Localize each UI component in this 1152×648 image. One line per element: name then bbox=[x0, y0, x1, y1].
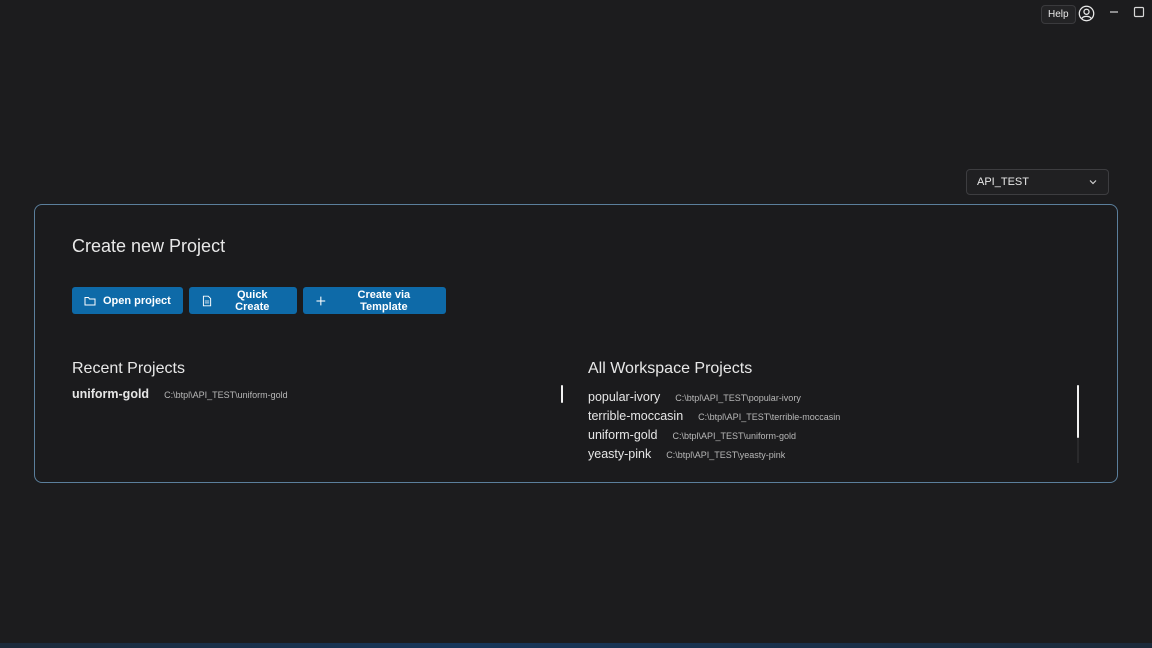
project-path: C:\btpl\API_TEST\terrible-moccasin bbox=[698, 412, 841, 422]
open-project-button[interactable]: Open project bbox=[72, 287, 183, 314]
create-via-template-label: Create via Template bbox=[357, 288, 411, 313]
workspace-select-value: API_TEST bbox=[977, 176, 1029, 188]
chevron-down-icon bbox=[1089, 180, 1097, 185]
project-name: uniform-gold bbox=[588, 428, 658, 442]
maximize-icon[interactable] bbox=[1133, 6, 1145, 18]
list-item[interactable]: uniform-gold C:\btpl\API_TEST\uniform-go… bbox=[72, 387, 552, 406]
create-via-template-button[interactable]: Create via Template bbox=[303, 287, 446, 314]
minimize-icon[interactable] bbox=[1108, 6, 1120, 18]
all-projects-list[interactable]: popular-ivory C:\btpl\API_TEST\popular-i… bbox=[588, 390, 1068, 466]
user-circle-icon[interactable] bbox=[1078, 5, 1095, 22]
recent-projects-list[interactable]: uniform-gold C:\btpl\API_TEST\uniform-go… bbox=[72, 387, 552, 406]
project-path: C:\btpl\API_TEST\uniform-gold bbox=[164, 390, 288, 400]
recent-scrollbar[interactable] bbox=[561, 385, 563, 403]
workspace-select[interactable]: API_TEST bbox=[966, 169, 1109, 195]
action-buttons: Open project Quick Create Create via Tem… bbox=[72, 287, 446, 314]
all-projects-scrollbar[interactable] bbox=[1077, 385, 1079, 438]
card-title: Create new Project bbox=[72, 236, 226, 256]
recent-projects-title: Recent Projects bbox=[72, 360, 185, 377]
project-name: yeasty-pink bbox=[588, 447, 652, 461]
list-item[interactable]: uniform-gold C:\btpl\API_TEST\uniform-go… bbox=[588, 428, 1068, 447]
open-project-label: Open project bbox=[103, 294, 171, 307]
all-projects-title: All Workspace Projects bbox=[588, 360, 753, 377]
document-icon bbox=[202, 295, 212, 306]
quick-create-label: Quick Create bbox=[235, 288, 270, 313]
folder-icon bbox=[84, 296, 96, 305]
project-name: terrible-moccasin bbox=[588, 409, 684, 423]
project-path: C:\btpl\API_TEST\uniform-gold bbox=[672, 431, 797, 441]
help-button[interactable]: Help bbox=[1041, 5, 1076, 24]
project-name: popular-ivory bbox=[588, 390, 661, 404]
title-bar: Help bbox=[0, 0, 1152, 28]
list-item[interactable]: popular-ivory C:\btpl\API_TEST\popular-i… bbox=[588, 390, 1068, 409]
project-path: C:\btpl\API_TEST\yeasty-pink bbox=[666, 450, 786, 460]
quick-create-button[interactable]: Quick Create bbox=[189, 287, 297, 314]
bottom-accent-bar bbox=[0, 643, 1152, 648]
list-item[interactable]: yeasty-pink C:\btpl\API_TEST\yeasty-pink bbox=[588, 447, 1068, 466]
create-project-card: Create new Project Open project Quick Cr… bbox=[34, 204, 1118, 483]
project-name: uniform-gold bbox=[72, 387, 150, 401]
list-item[interactable]: terrible-moccasin C:\btpl\API_TEST\terri… bbox=[588, 409, 1068, 428]
plus-icon bbox=[316, 296, 326, 305]
project-path: C:\btpl\API_TEST\popular-ivory bbox=[675, 393, 801, 403]
